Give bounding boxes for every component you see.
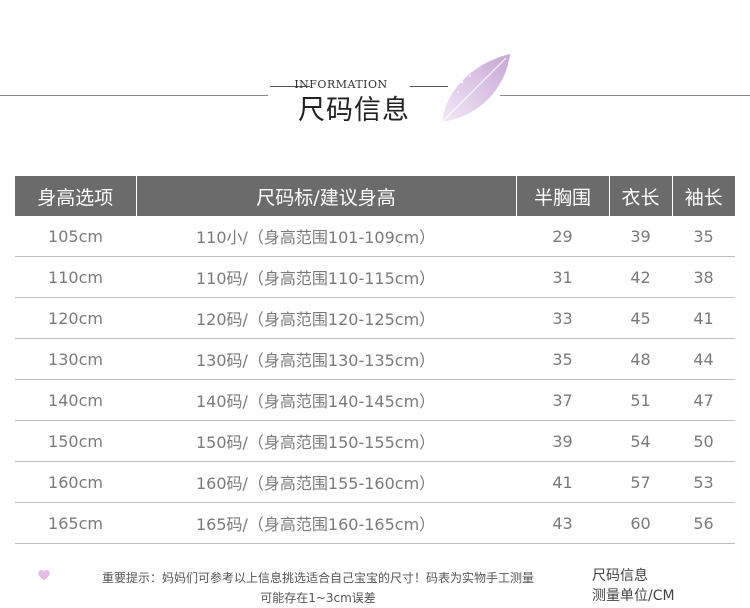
sleeve-cell: 50: [672, 420, 735, 462]
footer-note: 重要提示：妈妈们可参考以上信息挑选适合自己宝宝的尺寸！码表为实物手工测量 可能存…: [0, 560, 750, 605]
heart-icon: [38, 570, 50, 581]
table-row: 160cm 160码/（身高范围155-160cm） 41 57 53: [15, 461, 735, 503]
page-header: INFORMATION 尺码信息: [0, 0, 750, 160]
length-cell: 48: [609, 338, 672, 380]
size-label-cell: 165码/（身高范围160-165cm）: [136, 502, 516, 544]
length-cell: 54: [609, 420, 672, 462]
table-row: 130cm 130码/（身高范围130-135cm） 35 48 44: [15, 338, 735, 380]
chest-cell: 29: [516, 216, 609, 257]
chest-cell: 37: [516, 379, 609, 421]
size-label-cell: 140码/（身高范围140-145cm）: [136, 379, 516, 421]
length-cell: 42: [609, 256, 672, 298]
length-cell: 60: [609, 502, 672, 544]
size-table: 身高选项 尺码标/建议身高 半胸围 衣长 袖长 105cm 110小/（身高范围…: [15, 176, 735, 544]
height-cell: 130cm: [15, 338, 136, 380]
height-cell: 110cm: [15, 256, 136, 298]
length-cell: 57: [609, 461, 672, 503]
chest-cell: 35: [516, 338, 609, 380]
column-header: 尺码标/建议身高: [136, 176, 517, 216]
measurement-unit: 尺码信息 测量单位/CM: [592, 566, 675, 606]
chest-cell: 33: [516, 297, 609, 339]
chest-cell: 43: [516, 502, 609, 544]
important-tip: 重要提示：妈妈们可参考以上信息挑选适合自己宝宝的尺寸！码表为实物手工测量 可能存…: [58, 568, 578, 608]
tip-line: 可能存在1~3cm误差: [260, 591, 376, 605]
sleeve-cell: 38: [672, 256, 735, 298]
size-label-cell: 130码/（身高范围130-135cm）: [136, 338, 516, 380]
table-row: 150cm 150码/（身高范围150-155cm） 39 54 50: [15, 420, 735, 462]
sleeve-cell: 41: [672, 297, 735, 339]
size-label-cell: 110小/（身高范围101-109cm）: [136, 216, 516, 257]
sleeve-cell: 53: [672, 461, 735, 503]
chest-cell: 39: [516, 420, 609, 462]
length-cell: 39: [609, 216, 672, 257]
sleeve-cell: 56: [672, 502, 735, 544]
height-cell: 150cm: [15, 420, 136, 462]
size-label-cell: 150码/（身高范围150-155cm）: [136, 420, 516, 462]
table-row: 110cm 110码/（身高范围110-115cm） 31 42 38: [15, 256, 735, 298]
sleeve-cell: 44: [672, 338, 735, 380]
table-row: 165cm 165码/（身高范围160-165cm） 43 60 56: [15, 502, 735, 544]
size-label-cell: 160码/（身高范围155-160cm）: [136, 461, 516, 503]
table-row: 105cm 110小/（身高范围101-109cm） 29 39 35: [15, 216, 735, 257]
page-title: 尺码信息: [298, 95, 410, 126]
table-header-row: 身高选项 尺码标/建议身高 半胸围 衣长 袖长: [15, 176, 735, 216]
unit-line: 尺码信息: [592, 568, 648, 584]
height-cell: 120cm: [15, 297, 136, 339]
height-cell: 160cm: [15, 461, 136, 503]
length-cell: 51: [609, 379, 672, 421]
length-cell: 45: [609, 297, 672, 339]
header-divider-left: [0, 95, 268, 96]
size-label-cell: 110码/（身高范围110-115cm）: [136, 256, 516, 298]
table-row: 120cm 120码/（身高范围120-125cm） 33 45 41: [15, 297, 735, 339]
chest-cell: 31: [516, 256, 609, 298]
height-cell: 165cm: [15, 502, 136, 544]
chest-cell: 41: [516, 461, 609, 503]
column-header: 半胸围: [516, 176, 610, 216]
header-divider-right: [500, 95, 750, 96]
column-header: 袖长: [672, 176, 735, 216]
column-header: 身高选项: [15, 176, 137, 216]
height-cell: 105cm: [15, 216, 136, 257]
height-cell: 140cm: [15, 379, 136, 421]
column-header: 衣长: [609, 176, 673, 216]
size-label-cell: 120码/（身高范围120-125cm）: [136, 297, 516, 339]
table-row: 140cm 140码/（身高范围140-145cm） 37 51 47: [15, 379, 735, 421]
sleeve-cell: 47: [672, 379, 735, 421]
sleeve-cell: 35: [672, 216, 735, 257]
unit-line: 测量单位/CM: [592, 588, 675, 604]
tip-line: 重要提示：妈妈们可参考以上信息挑选适合自己宝宝的尺寸！码表为实物手工测量: [101, 571, 534, 585]
leaf-icon: [441, 54, 510, 123]
